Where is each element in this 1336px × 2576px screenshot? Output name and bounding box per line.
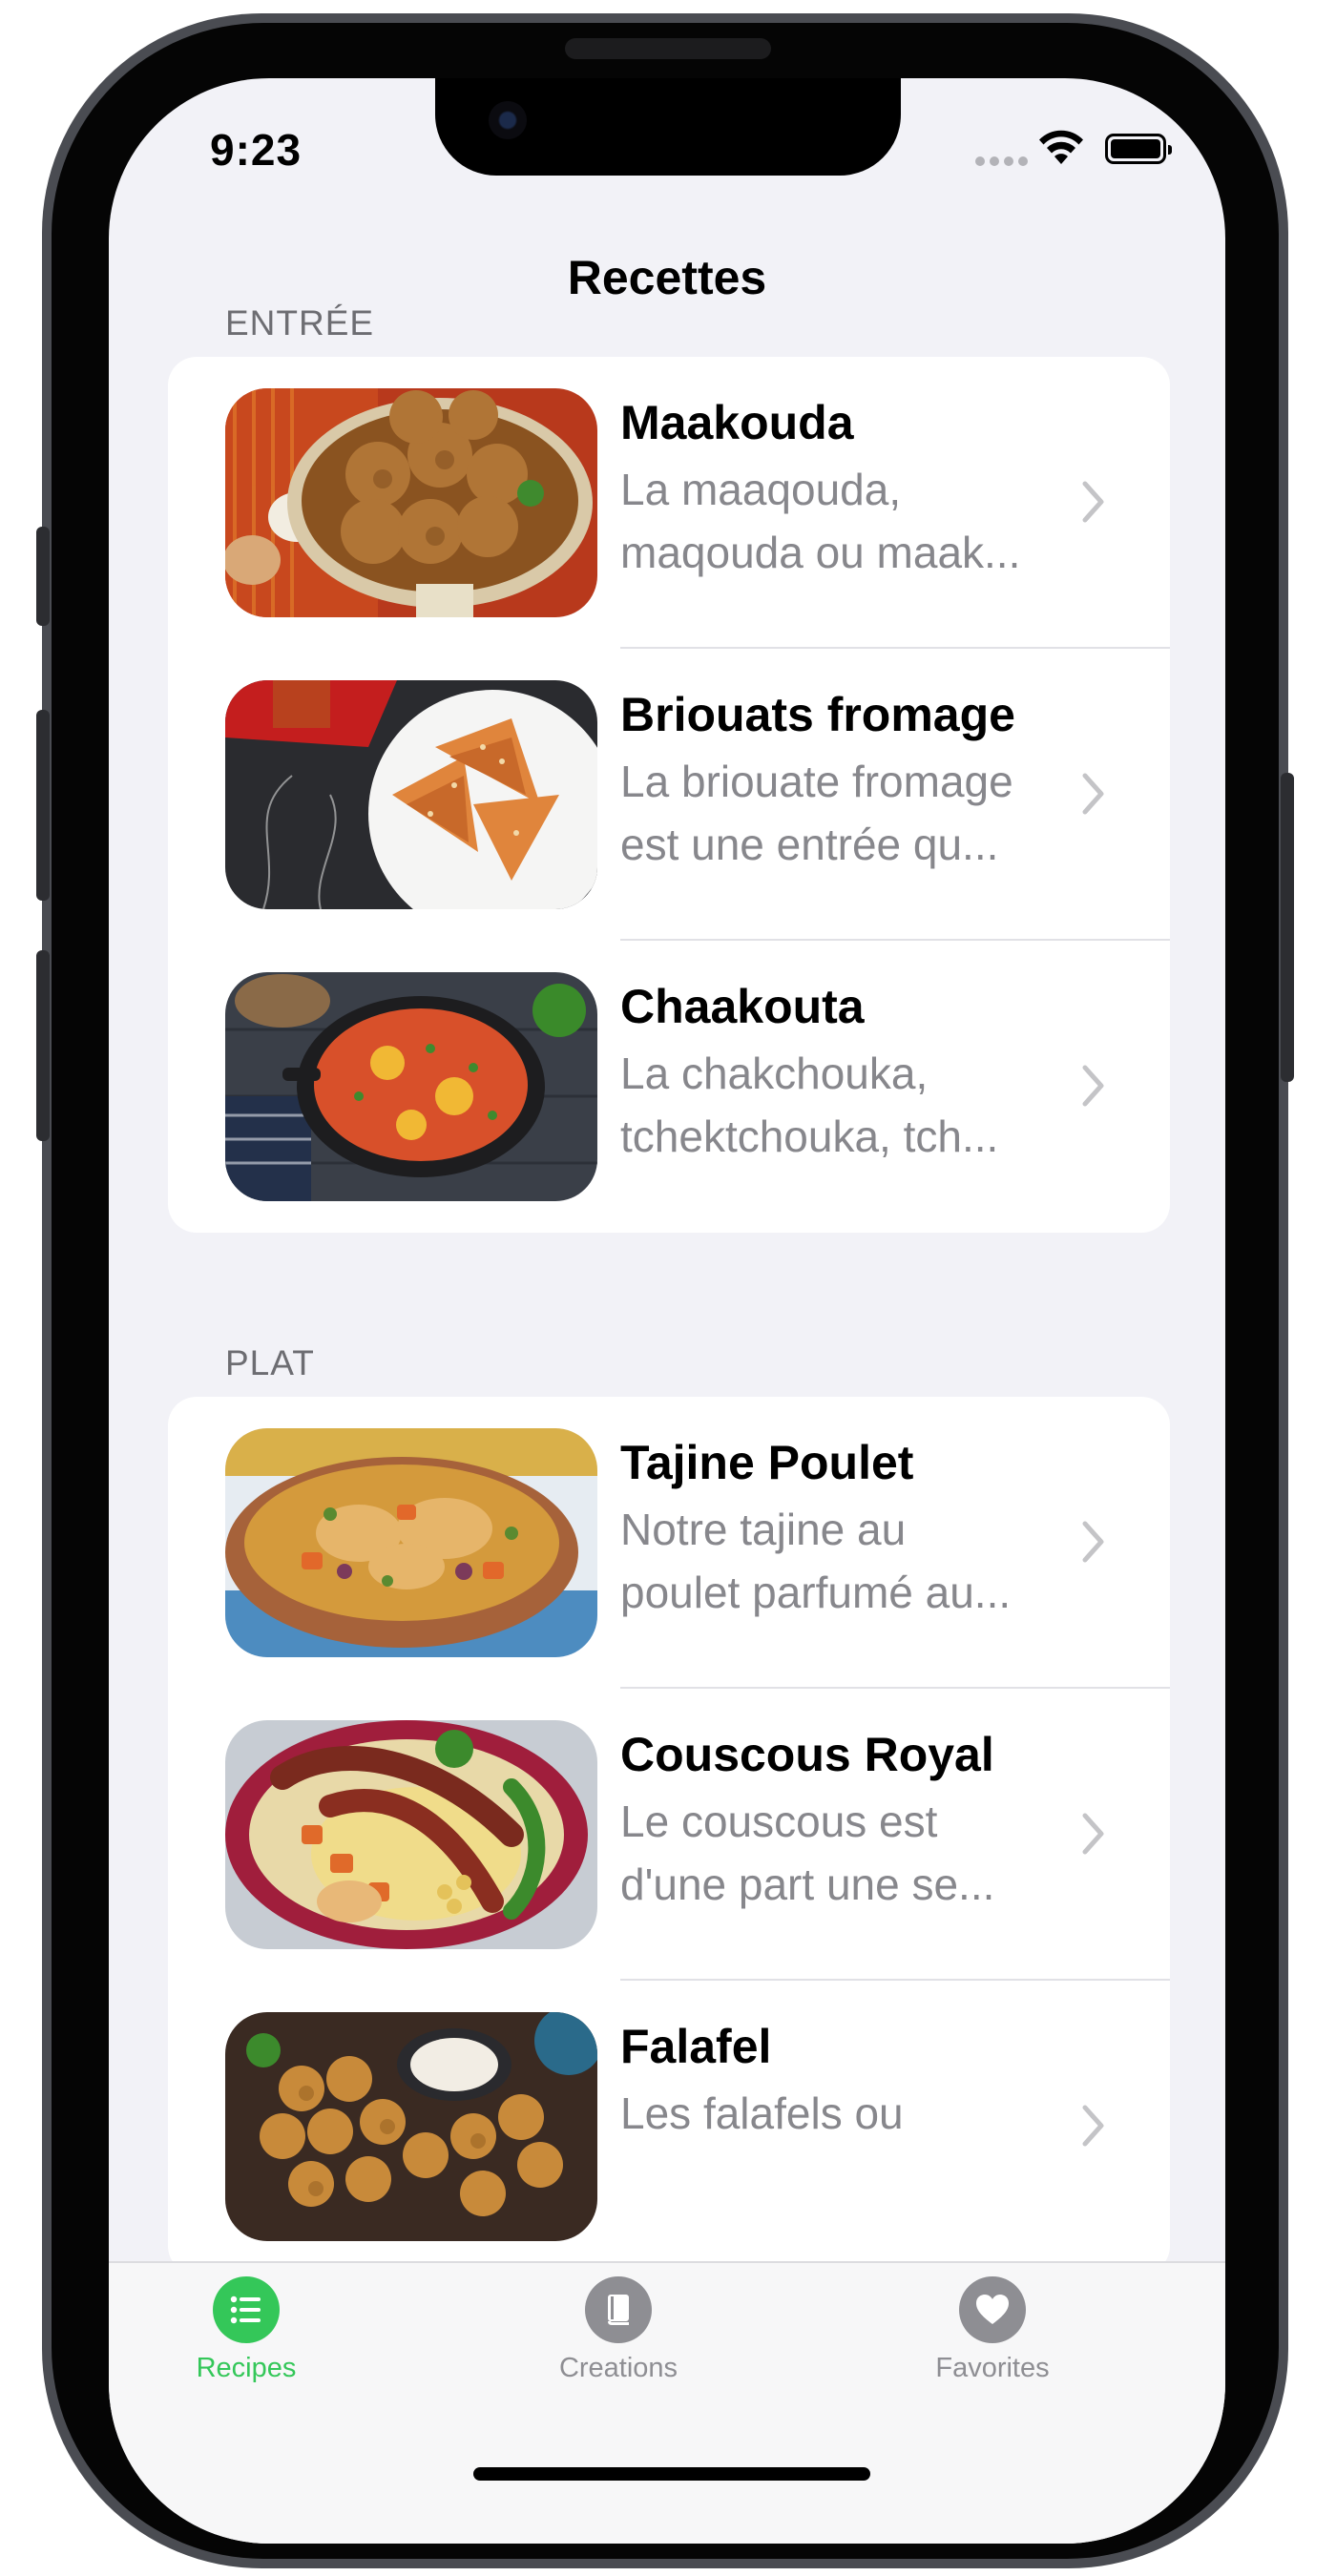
action-button (36, 527, 50, 626)
recipe-description: Notre tajine au poulet parfumé au... (620, 1505, 1012, 1617)
recipe-row-maakouda[interactable]: Maakouda La maaqouda, maqouda ou maak... (168, 357, 1170, 649)
no-signal-icon (975, 156, 1029, 166)
chevron-right-icon (1082, 1065, 1104, 1107)
recipe-row-tajine-poulet[interactable]: Tajine Poulet Notre tajine au poulet par… (168, 1397, 1170, 1689)
recipe-description: La briouate fromage est une entrée qu... (620, 757, 1013, 869)
recipe-row-falafel[interactable]: Falafel Les falafels ou (168, 1981, 1170, 2273)
recipe-row-briouats-fromage[interactable]: Briouats fromage La briouate fromage est… (168, 649, 1170, 941)
volume-down-button (36, 950, 50, 1141)
recipe-row-chaakouta[interactable]: Chaakouta La chakchouka, tchektchouka, t… (168, 941, 1170, 1233)
wifi-icon (1039, 130, 1083, 164)
recipe-image-chaakouta (225, 972, 597, 1201)
recipe-description: Les falafels ou (620, 2088, 904, 2138)
section-header-plat: PLAT (225, 1343, 315, 1382)
power-button (1281, 773, 1294, 1082)
recipe-row-couscous-royal[interactable]: Couscous Royal Le couscous est d'une par… (168, 1689, 1170, 1981)
recipe-image-maakouda (225, 388, 597, 617)
tab-label: Recipes (196, 2353, 297, 2383)
recipe-title: Briouats fromage (620, 688, 1015, 741)
recipe-title: Couscous Royal (620, 1728, 994, 1781)
page-title: Recettes (567, 251, 767, 304)
recipe-image-couscous (225, 1720, 597, 1949)
heart-icon (959, 2276, 1026, 2343)
earpiece-speaker (565, 38, 771, 59)
battery-icon (1105, 134, 1172, 164)
chevron-right-icon (1082, 1813, 1104, 1855)
tab-favorites[interactable]: Favorites (897, 2276, 1088, 2384)
chevron-right-icon (1082, 1521, 1104, 1563)
camera-notch (435, 78, 901, 176)
tab-label: Creations (558, 2353, 678, 2383)
front-camera-icon (489, 101, 527, 139)
tab-bar: Recipes Creations Favorites (109, 2261, 1225, 2544)
list-icon (213, 2276, 280, 2343)
tab-creations[interactable]: Creations (523, 2276, 714, 2384)
chevron-right-icon (1082, 773, 1104, 815)
recipe-description: La chakchouka, tchektchouka, tch... (620, 1049, 999, 1161)
tab-recipes[interactable]: Recipes (151, 2276, 342, 2384)
status-time: 9:23 (210, 125, 303, 175)
recipe-list-plat: Tajine Poulet Notre tajine au poulet par… (168, 1397, 1170, 2275)
recipe-image-briouats (225, 680, 597, 909)
recipe-title: Chaakouta (620, 980, 865, 1033)
app-screen: 9:23 Recettes ENTRÉE Maakouda La maaqoud… (109, 78, 1225, 2544)
section-header-entree: ENTRÉE (225, 303, 375, 343)
home-indicator[interactable] (473, 2467, 870, 2481)
chevron-right-icon (1082, 2105, 1104, 2147)
recipe-description: Le couscous est d'une part une se... (620, 1797, 995, 1909)
recipe-title: Falafel (620, 2020, 772, 2073)
tab-label: Favorites (935, 2353, 1050, 2383)
recipe-title: Tajine Poulet (620, 1436, 914, 1489)
volume-up-button (36, 710, 50, 901)
recipe-image-tajine (225, 1428, 597, 1657)
recipe-title: Maakouda (620, 396, 854, 449)
recipe-image-falafel (225, 2012, 597, 2241)
recipe-description: La maaqouda, maqouda ou maak... (620, 465, 1021, 577)
recipe-list-entree: Maakouda La maaqouda, maqouda ou maak... (168, 357, 1170, 1233)
book-icon (585, 2276, 652, 2343)
chevron-right-icon (1082, 481, 1104, 523)
